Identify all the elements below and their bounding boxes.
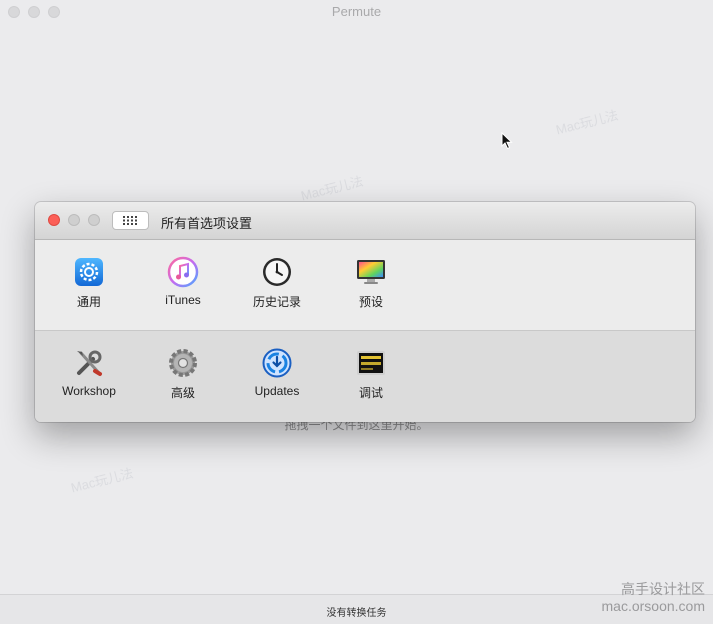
pane-history[interactable]: 历史记录 xyxy=(232,256,322,310)
pane-label: iTunes xyxy=(165,293,201,307)
mouse-cursor-icon xyxy=(501,132,513,150)
pane-general[interactable]: 通用 xyxy=(44,256,134,310)
history-icon xyxy=(263,258,291,286)
preferences-titlebar: 所有首选项设置 xyxy=(35,202,695,240)
presets-icon xyxy=(357,260,385,284)
preferences-row: 通用 iTunes 历史记录 预设 xyxy=(35,240,695,331)
show-all-grid-button[interactable] xyxy=(112,211,149,230)
preferences-row: Workshop 高级 Updates 调试 xyxy=(35,331,695,422)
app-title: Permute xyxy=(331,4,382,19)
watermark-faint: Mac玩儿法 xyxy=(554,107,620,138)
pane-presets[interactable]: 预设 xyxy=(326,256,416,310)
pane-label: Workshop xyxy=(62,384,116,398)
pane-debug[interactable]: 调试 xyxy=(326,347,416,401)
pane-itunes[interactable]: iTunes xyxy=(138,256,228,307)
pane-updates[interactable]: Updates xyxy=(232,347,322,398)
preferences-window: 所有首选项设置 通用 iTunes 历史记录 预设 Workshop 高级 Up… xyxy=(35,202,695,422)
pane-label: 预设 xyxy=(358,295,383,309)
updates-icon xyxy=(262,348,292,378)
status-text: 没有转换任务 xyxy=(326,608,387,619)
preferences-minimize-button[interactable] xyxy=(68,214,80,226)
pane-label: Updates xyxy=(254,384,300,398)
preferences-zoom-button[interactable] xyxy=(88,214,100,226)
main-titlebar: Permute xyxy=(0,0,713,24)
advanced-icon xyxy=(169,349,197,377)
watermark-faint: Mac玩儿法 xyxy=(69,465,135,496)
pane-label: 历史记录 xyxy=(252,295,301,309)
grid-icon xyxy=(123,216,137,225)
general-icon xyxy=(75,258,103,286)
pane-label: 调试 xyxy=(358,386,383,400)
pane-workshop[interactable]: Workshop xyxy=(44,347,134,398)
pane-label: 通用 xyxy=(76,295,101,309)
preferences-title: 所有首选项设置 xyxy=(161,216,253,231)
watermark-faint: Mac玩儿法 xyxy=(299,173,365,204)
status-bar: 没有转换任务 xyxy=(0,594,713,624)
pane-label: 高级 xyxy=(170,386,195,400)
preferences-close-button[interactable] xyxy=(48,214,60,226)
debug-icon xyxy=(357,351,385,375)
workshop-icon xyxy=(77,350,102,376)
itunes-icon xyxy=(167,256,199,288)
pane-advanced[interactable]: 高级 xyxy=(138,347,228,401)
